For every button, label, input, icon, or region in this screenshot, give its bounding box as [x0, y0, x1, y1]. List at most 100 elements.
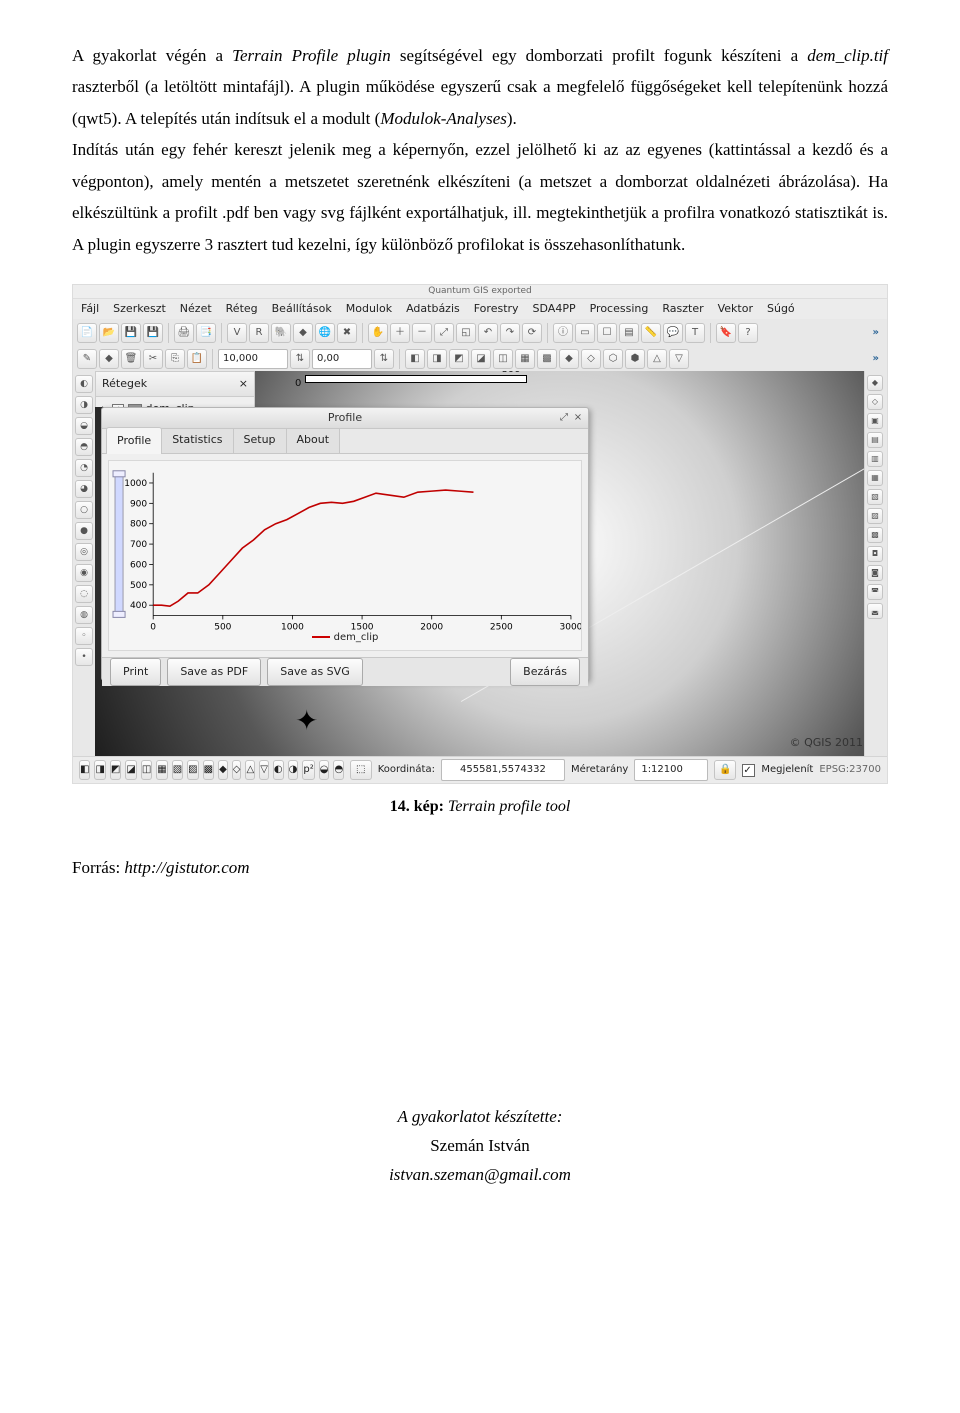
rt-g-icon[interactable]: ▧	[867, 489, 883, 505]
sb-p-icon[interactable]: p²	[302, 760, 314, 780]
rt-l-icon[interactable]: ◚	[867, 584, 883, 600]
save-icon[interactable]: 💾	[121, 323, 141, 343]
vt-h-icon[interactable]: ●	[75, 522, 93, 540]
rt-j-icon[interactable]: ◘	[867, 546, 883, 562]
vt-f-icon[interactable]: ◕	[75, 480, 93, 498]
rt-c-icon[interactable]: ▣	[867, 413, 883, 429]
zoomlayer-icon[interactable]: ◱	[456, 323, 476, 343]
zoomnext-icon[interactable]: ↷	[500, 323, 520, 343]
sb-e-icon[interactable]: ◫	[141, 760, 152, 780]
more-icon[interactable]: »	[873, 350, 883, 369]
identify-icon[interactable]: ⓘ	[553, 323, 573, 343]
pan-icon[interactable]: ✋	[368, 323, 388, 343]
add-postgis-icon[interactable]: 🐘	[271, 323, 291, 343]
add-raster-icon[interactable]: R	[249, 323, 269, 343]
rt-i-icon[interactable]: ▩	[867, 527, 883, 543]
plugin-f-icon[interactable]: ▦	[515, 349, 535, 369]
rt-f-icon[interactable]: ▦	[867, 470, 883, 486]
sb-m-icon[interactable]: ▽	[259, 760, 269, 780]
edit-icon[interactable]: ✎	[77, 349, 97, 369]
maptips-icon[interactable]: 💬	[663, 323, 683, 343]
zoomin-icon[interactable]: ＋	[390, 323, 410, 343]
composer-icon[interactable]: 📑	[196, 323, 216, 343]
open-icon[interactable]: 📂	[99, 323, 119, 343]
sb-d-icon[interactable]: ◪	[125, 760, 136, 780]
plugin-a-icon[interactable]: ◧	[405, 349, 425, 369]
sb-b-icon[interactable]: ◨	[94, 760, 105, 780]
tab-profile[interactable]: Profile	[106, 427, 162, 454]
sb-o-icon[interactable]: ◑	[288, 760, 299, 780]
sb-a-icon[interactable]: ◧	[79, 760, 90, 780]
vt-e-icon[interactable]: ◔	[75, 459, 93, 477]
menu-adatbazis[interactable]: Adatbázis	[406, 299, 460, 319]
deselect-icon[interactable]: ☐	[597, 323, 617, 343]
save-svg-button[interactable]: Save as SVG	[267, 658, 363, 686]
dock-icon[interactable]: ⤢	[558, 409, 570, 428]
rt-d-icon[interactable]: ▤	[867, 432, 883, 448]
scale-field-1[interactable]: 10,000	[218, 349, 288, 369]
print-icon[interactable]: 🖨	[174, 323, 194, 343]
sb-k-icon[interactable]: ◇	[232, 760, 242, 780]
vt-g-icon[interactable]: ○	[75, 501, 93, 519]
sb-h-icon[interactable]: ▨	[187, 760, 198, 780]
paste-icon[interactable]: 📋	[187, 349, 207, 369]
remove-layer-icon[interactable]: ✖	[337, 323, 357, 343]
plugin-h-icon[interactable]: ◆	[559, 349, 579, 369]
plugin-e-icon[interactable]: ◫	[493, 349, 513, 369]
plugin-i-icon[interactable]: ◇	[581, 349, 601, 369]
more-icon[interactable]: »	[873, 324, 883, 343]
measure-icon[interactable]: 📏	[641, 323, 661, 343]
menu-beallitasok[interactable]: Beállítások	[272, 299, 332, 319]
vt-n-icon[interactable]: •	[75, 648, 93, 666]
sb-r-icon[interactable]: ◓	[333, 760, 343, 780]
sb-n-icon[interactable]: ◐	[273, 760, 284, 780]
rt-a-icon[interactable]: ◆	[867, 375, 883, 391]
print-button[interactable]: Print	[110, 658, 161, 686]
zoomlast-icon[interactable]: ↶	[478, 323, 498, 343]
rt-k-icon[interactable]: ◙	[867, 565, 883, 581]
add-spatialite-icon[interactable]: ◆	[293, 323, 313, 343]
delete-icon[interactable]: 🗑	[121, 349, 141, 369]
menu-nezet[interactable]: Nézet	[180, 299, 212, 319]
tab-about[interactable]: About	[286, 426, 341, 453]
sb-j-icon[interactable]: ◆	[218, 760, 228, 780]
sb-q-icon[interactable]: ◒	[319, 760, 330, 780]
scale-lock-icon[interactable]: 🔒	[714, 760, 736, 780]
vt-m-icon[interactable]: ◦	[75, 627, 93, 645]
close-icon[interactable]: ×	[572, 409, 584, 428]
step-icon[interactable]: ⇅	[290, 349, 310, 369]
scale-field[interactable]: 1:12100	[634, 759, 708, 782]
rt-b-icon[interactable]: ◇	[867, 394, 883, 410]
rt-m-icon[interactable]: ◛	[867, 603, 883, 619]
zoomout-icon[interactable]: －	[412, 323, 432, 343]
plugin-g-icon[interactable]: ▩	[537, 349, 557, 369]
refresh-icon[interactable]: ⟳	[522, 323, 542, 343]
toggle-extents-icon[interactable]: ⬚	[350, 760, 372, 780]
menu-modulok[interactable]: Modulok	[346, 299, 392, 319]
vt-a-icon[interactable]: ◐	[75, 375, 93, 393]
vt-i-icon[interactable]: ◎	[75, 543, 93, 561]
node-icon[interactable]: ◆	[99, 349, 119, 369]
menu-forestry[interactable]: Forestry	[474, 299, 519, 319]
sb-f-icon[interactable]: ▦	[156, 760, 167, 780]
add-vector-icon[interactable]: V	[227, 323, 247, 343]
saveas-icon[interactable]: 💾	[143, 323, 163, 343]
menu-sda4pp[interactable]: SDA4PP	[533, 299, 576, 319]
vt-l-icon[interactable]: ◍	[75, 606, 93, 624]
close-button[interactable]: Bezárás	[510, 658, 580, 686]
menu-szerkeszt[interactable]: Szerkeszt	[113, 299, 166, 319]
help-icon[interactable]: ?	[738, 323, 758, 343]
vt-d-icon[interactable]: ◓	[75, 438, 93, 456]
copy-icon[interactable]: ⎘	[165, 349, 185, 369]
plugin-k-icon[interactable]: ⬢	[625, 349, 645, 369]
scale-field-2[interactable]: 0,00	[312, 349, 372, 369]
dialog-titlebar[interactable]: Profile ⤢ ×	[102, 408, 588, 429]
sb-i-icon[interactable]: ▩	[203, 760, 214, 780]
menu-vektor[interactable]: Vektor	[718, 299, 753, 319]
plugin-b-icon[interactable]: ◨	[427, 349, 447, 369]
step-icon[interactable]: ⇅	[374, 349, 394, 369]
plugin-d-icon[interactable]: ◪	[471, 349, 491, 369]
plugin-m-icon[interactable]: ▽	[669, 349, 689, 369]
epsg-label[interactable]: EPSG:23700	[819, 761, 881, 780]
menu-sugo[interactable]: Súgó	[767, 299, 795, 319]
